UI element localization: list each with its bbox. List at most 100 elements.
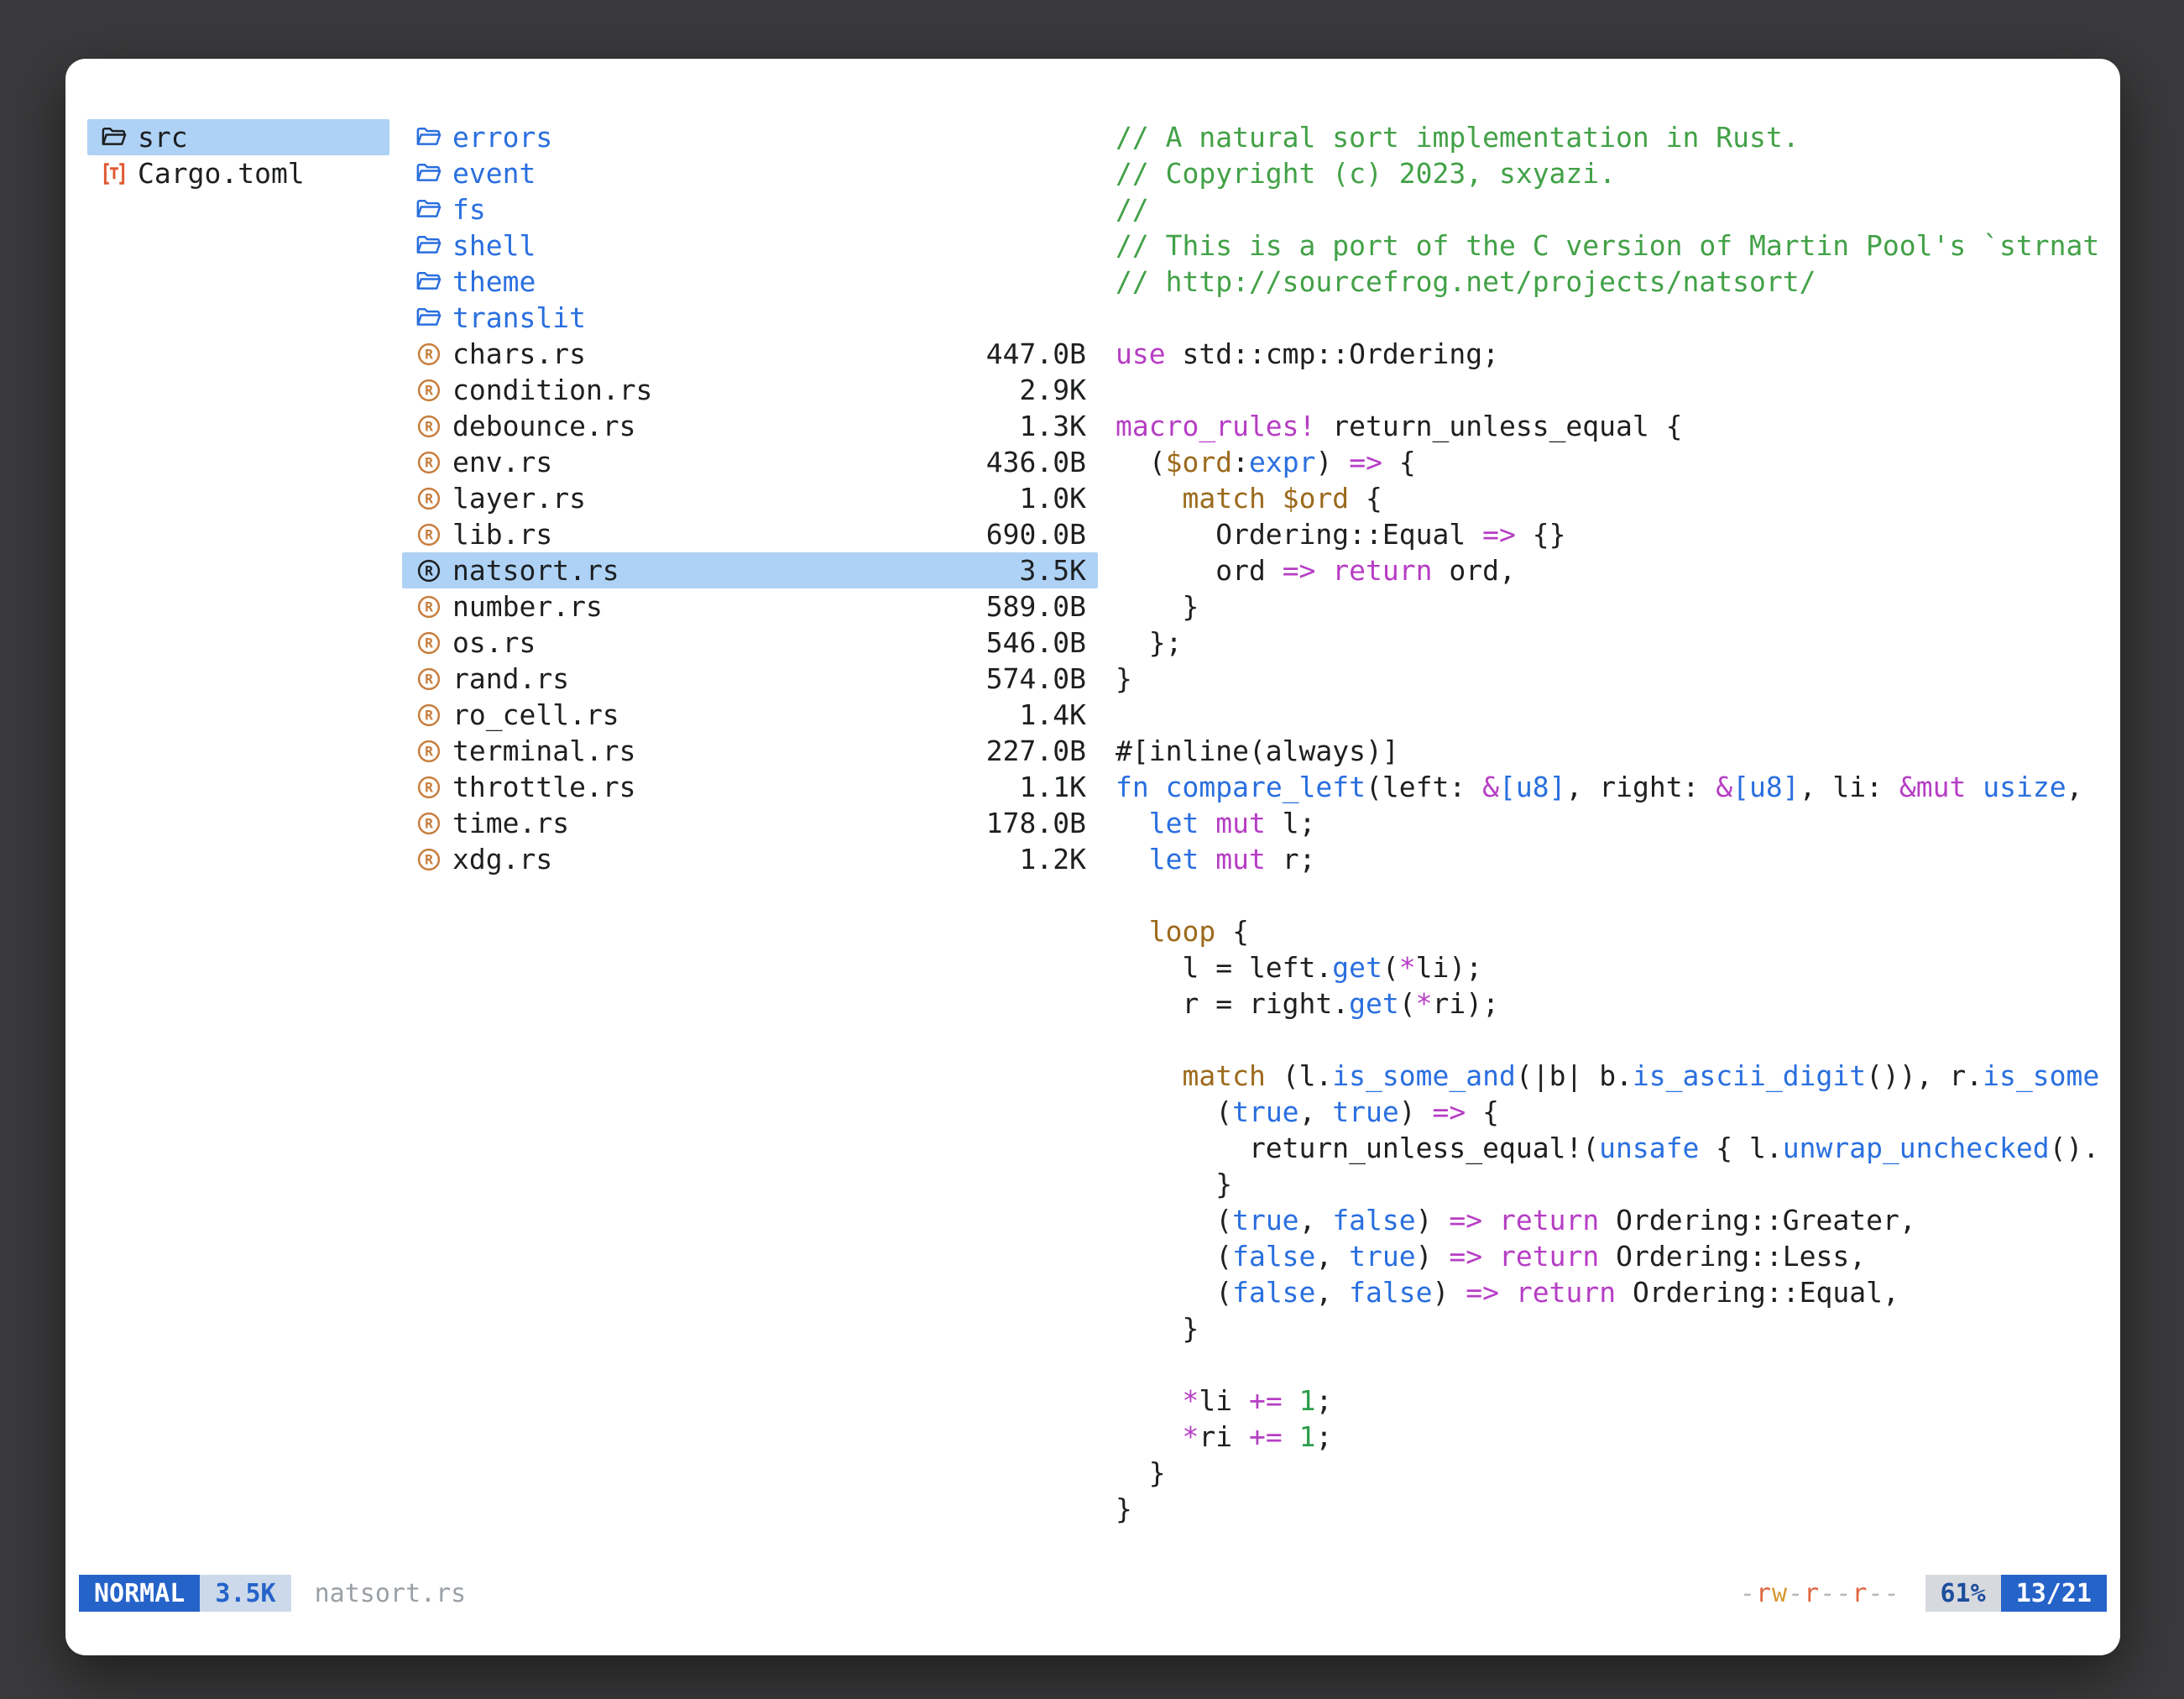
item-label: env.rs	[452, 444, 976, 480]
code-line: let mut r;	[1116, 841, 2110, 877]
item-size: 447.0B	[986, 336, 1086, 372]
code-line: let mut l;	[1116, 805, 2110, 841]
folder-open-icon	[414, 271, 444, 292]
rust-file-icon: R	[414, 667, 444, 692]
file-item-natsort-rs[interactable]: Rnatsort.rs3.5K	[402, 552, 1098, 588]
item-label: time.rs	[452, 805, 976, 841]
file-item-debounce-rs[interactable]: Rdebounce.rs1.3K	[402, 408, 1098, 444]
file-item-rand-rs[interactable]: Rrand.rs574.0B	[402, 661, 1098, 697]
toml-file-icon	[99, 161, 129, 186]
code-line: };	[1116, 625, 2110, 661]
code-line	[1116, 1022, 2110, 1058]
svg-text:R: R	[425, 526, 433, 542]
svg-text:R: R	[425, 635, 433, 651]
file-item-env-rs[interactable]: Renv.rs436.0B	[402, 444, 1098, 480]
code-line: loop {	[1116, 913, 2110, 949]
code-line: }	[1116, 1166, 2110, 1202]
dir-item-event[interactable]: event	[402, 155, 1098, 191]
dir-item-errors[interactable]: errors	[402, 119, 1098, 155]
file-item-xdg-rs[interactable]: Rxdg.rs1.2K	[402, 841, 1098, 877]
mode-indicator: NORMAL	[79, 1575, 200, 1612]
item-size: 1.1K	[1020, 769, 1086, 805]
dir-item-src[interactable]: src	[87, 119, 389, 155]
code-line: (false, false) => return Ordering::Equal…	[1116, 1274, 2110, 1310]
folder-open-icon	[414, 235, 444, 256]
file-item-cargo-toml[interactable]: Cargo.toml	[87, 155, 389, 191]
status-bar: NORMAL 3.5K natsort.rs -rw-r--r-- 61% 13…	[79, 1575, 2107, 1612]
item-size: 2.9K	[1020, 372, 1086, 408]
rust-file-icon: R	[414, 558, 444, 583]
code-line	[1116, 300, 2110, 336]
svg-text:R: R	[425, 671, 433, 687]
code-line: match $ord {	[1116, 480, 2110, 516]
file-item-lib-rs[interactable]: Rlib.rs690.0B	[402, 516, 1098, 552]
code-line: // Copyright (c) 2023, sxyazi.	[1116, 155, 2110, 191]
code-line: l = left.get(*li);	[1116, 949, 2110, 985]
code-line: ($ord:expr) => {	[1116, 444, 2110, 480]
item-size: 1.0K	[1020, 480, 1086, 516]
svg-text:R: R	[425, 743, 433, 759]
rust-file-icon: R	[414, 522, 444, 547]
item-size: 1.2K	[1020, 841, 1086, 877]
code-line	[1116, 877, 2110, 913]
svg-text:R: R	[425, 562, 433, 578]
rust-file-icon: R	[414, 342, 444, 367]
folder-open-icon	[414, 199, 444, 220]
rust-file-icon: R	[414, 450, 444, 475]
code-line: fn compare_left(left: &[u8], right: &[u8…	[1116, 769, 2110, 805]
code-line: // A natural sort implementation in Rust…	[1116, 119, 2110, 155]
yazi-file-manager-window: srcCargo.toml errorseventfsshellthemetra…	[65, 59, 2120, 1655]
rust-file-icon: R	[414, 630, 444, 656]
rust-file-icon: R	[414, 811, 444, 836]
folder-open-icon	[414, 163, 444, 184]
selected-file-size: 3.5K	[200, 1575, 290, 1612]
file-item-ro-cell-rs[interactable]: Rro_cell.rs1.4K	[402, 697, 1098, 733]
svg-text:R: R	[425, 779, 433, 795]
rust-file-icon: R	[414, 378, 444, 403]
file-item-terminal-rs[interactable]: Rterminal.rs227.0B	[402, 733, 1098, 769]
code-line: (false, true) => return Ordering::Less,	[1116, 1238, 2110, 1274]
file-item-condition-rs[interactable]: Rcondition.rs 2.9K	[402, 372, 1098, 408]
parent-directory-pane: srcCargo.toml	[87, 119, 389, 191]
folder-open-icon	[414, 127, 444, 148]
file-item-os-rs[interactable]: Ros.rs546.0B	[402, 625, 1098, 661]
rust-file-icon: R	[414, 414, 444, 439]
code-line: ord => return ord,	[1116, 552, 2110, 588]
cursor-position: 13/21	[2001, 1575, 2107, 1612]
item-label: layer.rs	[452, 480, 1010, 516]
code-line: *li += 1;	[1116, 1383, 2110, 1419]
dir-item-theme[interactable]: theme	[402, 264, 1098, 300]
svg-text:R: R	[425, 599, 433, 614]
item-label: terminal.rs	[452, 733, 976, 769]
file-item-number-rs[interactable]: Rnumber.rs589.0B	[402, 588, 1098, 625]
item-label: ro_cell.rs	[452, 697, 1010, 733]
item-size: 178.0B	[986, 805, 1086, 841]
svg-text:R: R	[425, 851, 433, 867]
code-line	[1116, 697, 2110, 733]
code-line	[1116, 1346, 2110, 1383]
file-item-layer-rs[interactable]: Rlayer.rs 1.0K	[402, 480, 1098, 516]
file-item-chars-rs[interactable]: Rchars.rs447.0B	[402, 336, 1098, 372]
item-size: 546.0B	[986, 625, 1086, 661]
status-bar-right: -rw-r--r-- 61% 13/21	[1740, 1575, 2107, 1612]
dir-item-shell[interactable]: shell	[402, 227, 1098, 264]
code-preview: // A natural sort implementation in Rust…	[1116, 119, 2110, 1546]
code-line: use std::cmp::Ordering;	[1116, 336, 2110, 372]
svg-text:R: R	[425, 490, 433, 506]
file-item-throttle-rs[interactable]: Rthrottle.rs1.1K	[402, 769, 1098, 805]
item-label: condition.rs	[452, 372, 1010, 408]
code-line	[1116, 372, 2110, 408]
item-label: Cargo.toml	[138, 155, 368, 191]
file-item-time-rs[interactable]: Rtime.rs 178.0B	[402, 805, 1098, 841]
folder-open-icon	[99, 127, 129, 148]
svg-text:R: R	[425, 418, 433, 434]
item-label: natsort.rs	[452, 552, 1010, 588]
code-line: }	[1116, 588, 2110, 625]
code-line: // http://sourcefrog.net/projects/natsor…	[1116, 264, 2110, 300]
svg-text:R: R	[425, 382, 433, 398]
code-line: }	[1116, 1491, 2110, 1527]
rust-file-icon: R	[414, 486, 444, 511]
dir-item-fs[interactable]: fs	[402, 191, 1098, 227]
dir-item-translit[interactable]: translit	[402, 300, 1098, 336]
status-filename: natsort.rs	[315, 1579, 467, 1608]
